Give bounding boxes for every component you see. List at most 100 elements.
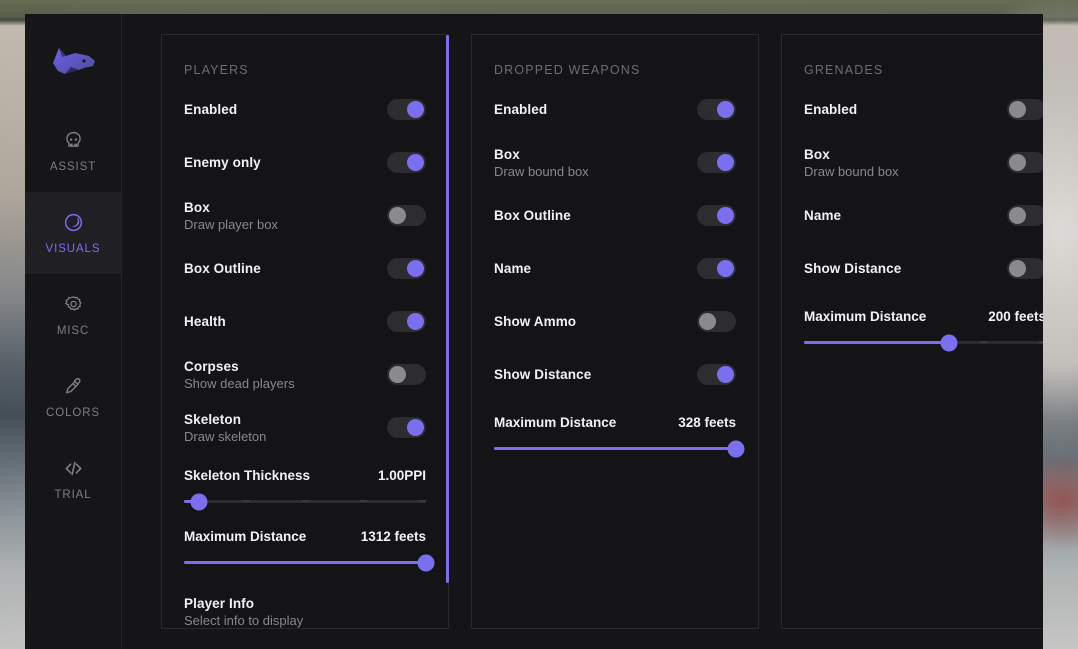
row-label: Box Outline [184,261,261,276]
row-text: Show Ammo [494,314,576,329]
row-label: Show Ammo [494,314,577,329]
slider-value: 1312 feets [360,529,426,544]
slider-track[interactable] [184,554,435,571]
toggle-skeleton[interactable] [387,417,426,438]
row-sublabel: Draw skeleton [184,428,267,444]
slider-maximum-distance: Maximum Distance 1312 feets [184,515,435,576]
slider-header: Skeleton Thickness 1.00PPI [184,468,426,483]
toggle-enabled[interactable] [387,99,426,120]
sidebar-item-assist[interactable]: ASSIST [25,110,121,192]
setting-row-enabled: Enabled [494,83,736,136]
row-text: Skeleton Draw skeleton [184,412,266,444]
setting-row-skeleton: Skeleton Draw skeleton [184,401,426,454]
toggle-name[interactable] [1007,205,1043,226]
toggle-box-outline[interactable] [387,258,426,279]
slider-track[interactable] [804,334,1043,351]
slider-track[interactable] [184,493,426,510]
skull-icon [63,130,84,152]
toggle-enabled[interactable] [697,99,736,120]
sidebar-item-label: COLORS [46,406,100,419]
slider-label: Skeleton Thickness [184,468,311,483]
toggle-show-ammo[interactable] [697,311,736,332]
row-label: Enabled [184,102,238,117]
slider-thumb[interactable] [417,554,435,571]
app-window: ASSIST VISUALS MISC COLORS TRIAL PLAYERS… [25,14,1043,649]
sidebar-item-label: TRIAL [54,488,92,501]
player-info-entry[interactable]: Player Info Select info to display [184,576,426,628]
row-sublabel: Show dead players [184,375,295,391]
toggle-show-distance[interactable] [697,364,736,385]
slider-thumb[interactable] [190,493,208,510]
row-text: Corpses Show dead players [184,359,295,391]
slider-thumb[interactable] [727,440,745,457]
toggle-enabled[interactable] [1007,99,1043,120]
eye-crescent-icon [63,212,84,234]
row-text: Box Outline [494,208,571,223]
panel-title: PLAYERS [184,63,249,77]
sidebar-item-colors[interactable]: COLORS [25,356,121,438]
setting-row-box-outline: Box Outline [184,242,426,295]
sidebar-item-label: MISC [56,324,90,337]
setting-row-enabled: Enabled [184,83,426,136]
wolf-head-logo-icon [53,48,95,74]
toggle-show-distance[interactable] [1007,258,1043,279]
setting-row-health: Health [184,295,426,348]
setting-row-box: Box Draw bound box [804,136,1043,189]
panel-scrollbar[interactable] [446,35,449,583]
row-label: Box [184,199,210,215]
row-text: Health [184,314,226,329]
slider-value: 1.00PPI [377,468,426,483]
toggle-knob [407,101,424,118]
sidebar-item-trial[interactable]: TRIAL [25,438,121,520]
slider-header: Maximum Distance 200 feets [804,309,1043,324]
panel-dropped-weapons: DROPPED WEAPONS Enabled Box Draw bound b… [471,34,759,629]
row-text: Enabled [184,102,237,117]
toggle-health[interactable] [387,311,426,332]
toggle-knob [407,154,424,171]
toggle-knob [407,260,424,277]
row-label: Enemy only [184,155,261,170]
eyedropper-icon [63,376,84,398]
row-text: Name [494,261,531,276]
row-sublabel: Draw player box [184,216,278,232]
row-label: Box Outline [494,208,571,223]
row-label: Enabled [804,102,858,117]
toggle-box[interactable] [1007,152,1043,173]
toggle-knob [389,366,406,383]
setting-row-enemy-only: Enemy only [184,136,426,189]
slider-fill [804,341,950,344]
toggle-knob [699,313,716,330]
toggle-corpses[interactable] [387,364,426,385]
setting-row-box: Box Draw player box [184,189,426,242]
setting-row-show-distance: Show Distance [494,348,736,401]
row-label: Box [494,146,520,162]
slider-thumb[interactable] [940,334,958,351]
toggle-knob [717,101,734,118]
toggle-knob [407,419,424,436]
sidebar-item-label: ASSIST [49,160,97,173]
panel-title: GRENADES [804,63,884,77]
sidebar: ASSIST VISUALS MISC COLORS TRIAL [25,14,122,649]
toggle-knob [389,207,406,224]
slider-label: Maximum Distance [494,415,617,430]
row-text: Player Info Select info to display [184,596,426,628]
setting-row-box: Box Draw bound box [494,136,736,189]
slider-track[interactable] [494,440,745,457]
sidebar-item-misc[interactable]: MISC [25,274,121,356]
toggle-name[interactable] [697,258,736,279]
panel-grenades: GRENADES Enabled Box Draw bound box Name [781,34,1043,629]
sidebar-item-visuals[interactable]: VISUALS [25,192,121,274]
row-label: Enabled [494,102,548,117]
row-text: Enemy only [184,155,261,170]
row-sublabel: Draw bound box [494,163,589,179]
row-text: Show Distance [494,367,591,382]
slider-label: Maximum Distance [804,309,927,324]
code-icon [62,458,85,480]
panel-players: PLAYERS Enabled Enemy only Box Draw play… [161,34,449,629]
toggle-box-outline[interactable] [697,205,736,226]
slider-maximum-distance: Maximum Distance 200 feets [804,295,1043,356]
toggle-box[interactable] [387,205,426,226]
toggle-knob [1009,101,1026,118]
toggle-enemy-only[interactable] [387,152,426,173]
toggle-box[interactable] [697,152,736,173]
